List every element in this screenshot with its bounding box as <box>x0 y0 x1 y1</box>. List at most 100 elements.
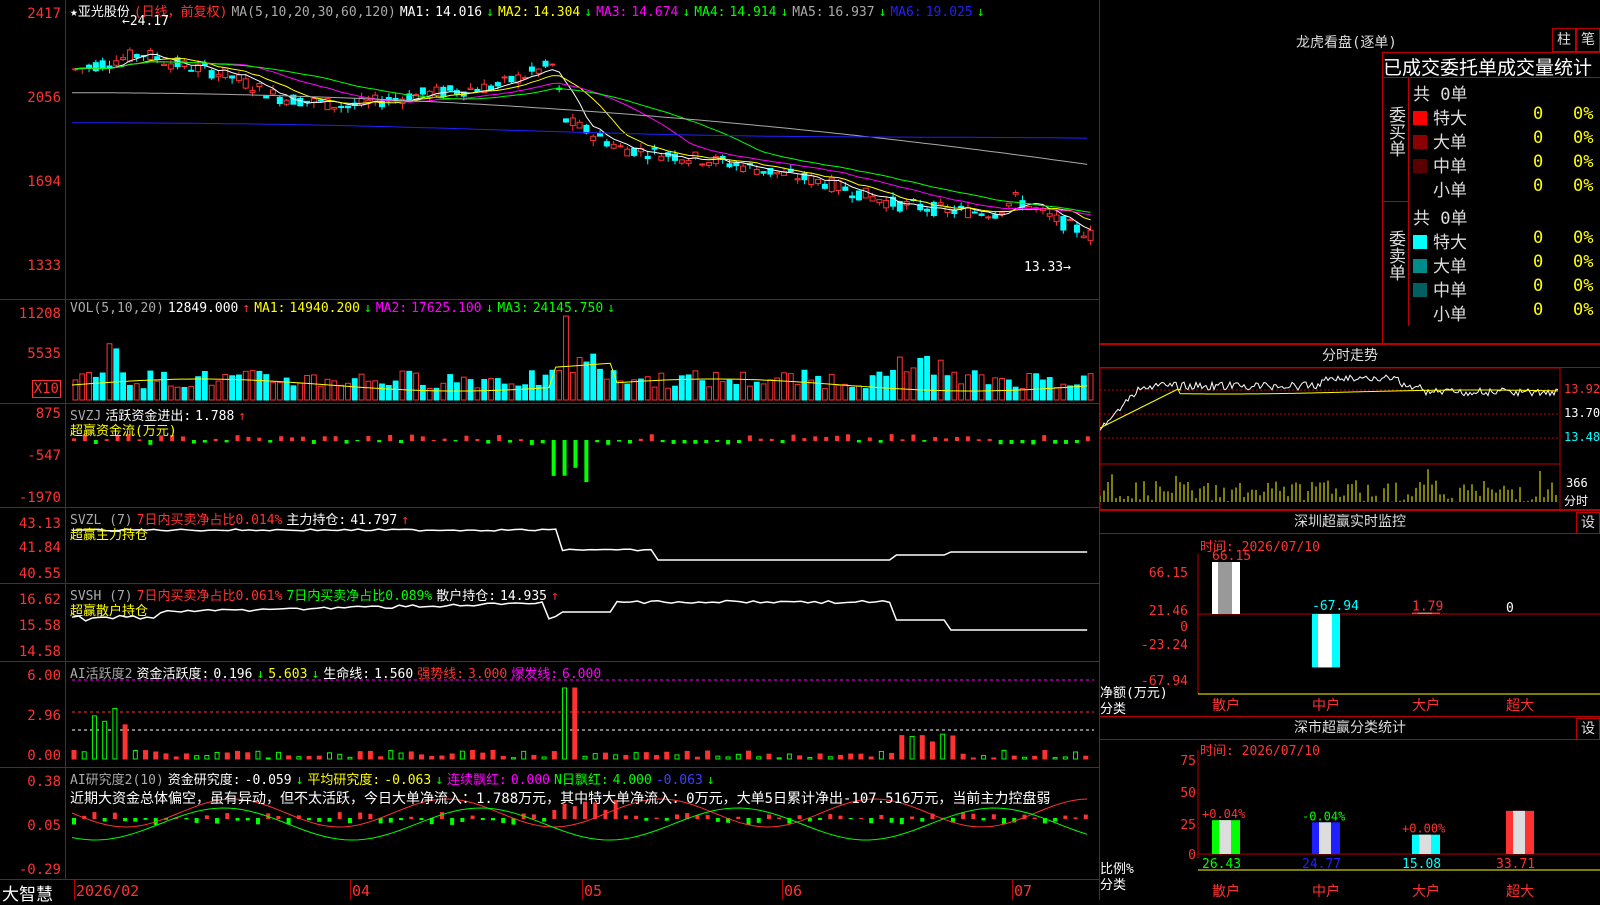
activity-bar <box>705 750 711 760</box>
monitor-settings-button[interactable]: 设 <box>1576 512 1600 534</box>
ma-value: 19.025 <box>925 5 973 20</box>
intraday-canvas[interactable] <box>1100 368 1600 510</box>
fund-bar <box>311 440 316 444</box>
classify-bar-highlight <box>1319 822 1331 854</box>
activity-bar <box>899 735 905 760</box>
monitor-y-label: 0 <box>1180 620 1188 635</box>
candle-body <box>855 190 862 201</box>
tab-orders[interactable]: 委托单 <box>1440 57 1497 77</box>
volume-bar <box>876 371 883 401</box>
activity-bar <box>122 724 128 760</box>
research-bar <box>1083 814 1088 819</box>
volume-bar <box>256 370 263 401</box>
activity-bar <box>592 753 598 760</box>
research-bar <box>715 818 720 822</box>
svzl-pane[interactable]: 43.13 41.84 40.55 SVZL (7) 7日内买卖净占比0.014%… <box>0 508 1100 584</box>
activity-bar <box>684 750 690 760</box>
fund-bar <box>224 440 229 443</box>
classify-settings-button[interactable]: 设 <box>1576 718 1600 740</box>
research-bar <box>634 815 639 819</box>
research-bar <box>777 817 782 819</box>
volume-bar <box>181 386 188 401</box>
ai1-value-2: 5.603 <box>268 667 308 682</box>
ai2-arrow: ↓ <box>295 773 304 788</box>
x-tick: 04 <box>352 882 371 900</box>
volume-bar <box>719 381 726 401</box>
candle-body <box>113 60 120 66</box>
monitor-bar-value: 0 <box>1506 601 1514 616</box>
activity-bar <box>480 752 486 760</box>
stock-name[interactable]: ★亚光股份 <box>70 5 130 20</box>
candle-body <box>1046 213 1053 217</box>
candle-body <box>535 68 542 74</box>
svsh-pane[interactable]: 16.62 15.58 14.58 SVSH (7) 7日内买卖净占比0.061%… <box>0 584 1100 662</box>
candle-body <box>562 118 569 123</box>
volume-bar <box>835 384 842 401</box>
fund-bar <box>246 436 251 441</box>
classify-header: 深市超赢分类统计 <box>1100 716 1600 740</box>
activity-bar <box>929 741 935 760</box>
candle-body <box>1087 229 1094 241</box>
intraday-panel[interactable]: 13.92 13.70 13.48 366 分时 <box>1100 368 1600 510</box>
tab-traded[interactable]: 已成交 <box>1383 57 1440 77</box>
candle-body <box>699 163 706 166</box>
fund-bar <box>998 440 1003 445</box>
volume-bar <box>801 369 808 401</box>
volume-bar <box>440 382 447 401</box>
candle-body <box>549 63 556 66</box>
research-bar <box>347 818 352 824</box>
research-bar <box>899 818 904 825</box>
monitor-title: 深圳超赢实时监控 <box>1294 514 1406 530</box>
candle-body <box>985 216 992 219</box>
volume-bar <box>1067 385 1074 401</box>
volume-bar <box>590 353 597 401</box>
intraday-y-label: 13.48 <box>1564 430 1600 444</box>
main-chart-area[interactable]: 2417 2056 1694 1333 ★亚光股份 (日线，前复权) MA(5,10… <box>0 0 1100 905</box>
volume-pane[interactable]: 11208 5535 X10 VOL(5,10,20) 12849.000 ↑ MA1… <box>0 300 1100 404</box>
candle-body <box>597 132 604 137</box>
volume-bar <box>474 387 481 401</box>
volume-bar <box>304 374 310 401</box>
volume-bar <box>890 369 896 401</box>
candle-body <box>256 83 263 87</box>
order-count: 0 <box>1533 152 1544 172</box>
volume-bar <box>1012 386 1019 401</box>
candle-body <box>753 168 760 175</box>
volume-bar <box>72 379 79 401</box>
ai-activity-pane[interactable]: 6.00 2.96 0.00 AI活跃度2 资金活跃度: 0.196 ↓ 5.603 ↓ 生… <box>0 662 1100 768</box>
volume-bar <box>999 377 1005 401</box>
ma-definition: MA(5,10,20,30,60,120) <box>231 5 396 20</box>
research-bar <box>756 818 761 823</box>
bar-mode-button[interactable]: 柱 <box>1552 28 1576 52</box>
svzl-subtitle: 超赢主力持仓 <box>70 528 149 543</box>
volume-bar <box>195 376 201 401</box>
ai-research-pane[interactable]: 0.38 0.05 -0.29 AI研究度2(10) 资金研究度: -0.059 ↓ 平… <box>0 768 1100 880</box>
candle-body <box>249 90 256 93</box>
volume-bar <box>215 380 222 401</box>
order-count: 0 <box>1533 252 1544 272</box>
monitor-y-label: -23.24 <box>1141 638 1188 653</box>
research-bar <box>991 814 996 819</box>
fund-bar <box>758 438 763 441</box>
candle-body <box>208 70 215 79</box>
activity-bar <box>623 754 629 760</box>
fund-bar <box>976 439 981 441</box>
order-count: 0 <box>1533 104 1544 124</box>
fund-bar <box>409 434 414 441</box>
fund-bar <box>736 440 741 444</box>
research-bar <box>674 814 679 819</box>
ai1-title: AI活跃度2 <box>70 667 133 682</box>
tab-volume-stats[interactable]: 成交量统计 <box>1497 57 1592 77</box>
ai2-nred-label: N日飘红: <box>554 773 609 788</box>
candle-body <box>794 178 801 181</box>
volume-bar <box>522 384 528 401</box>
kline-pane[interactable]: 2417 2056 1694 1333 ★亚光股份 (日线，前复权) MA(5,10… <box>0 0 1100 300</box>
volume-bar <box>379 383 385 401</box>
kline-canvas[interactable] <box>0 0 1100 300</box>
svzj-pane[interactable]: 875 -547 -1970 SVZJ 活跃资金进出: 1.788 ↑ 超赢资金流(万… <box>0 404 1100 508</box>
tick-mode-button[interactable]: 笔 <box>1576 28 1600 52</box>
candle-body <box>331 106 338 110</box>
ma-arrow: ↓ <box>780 5 789 20</box>
research-bar <box>470 815 475 819</box>
fund-bar <box>780 440 785 443</box>
